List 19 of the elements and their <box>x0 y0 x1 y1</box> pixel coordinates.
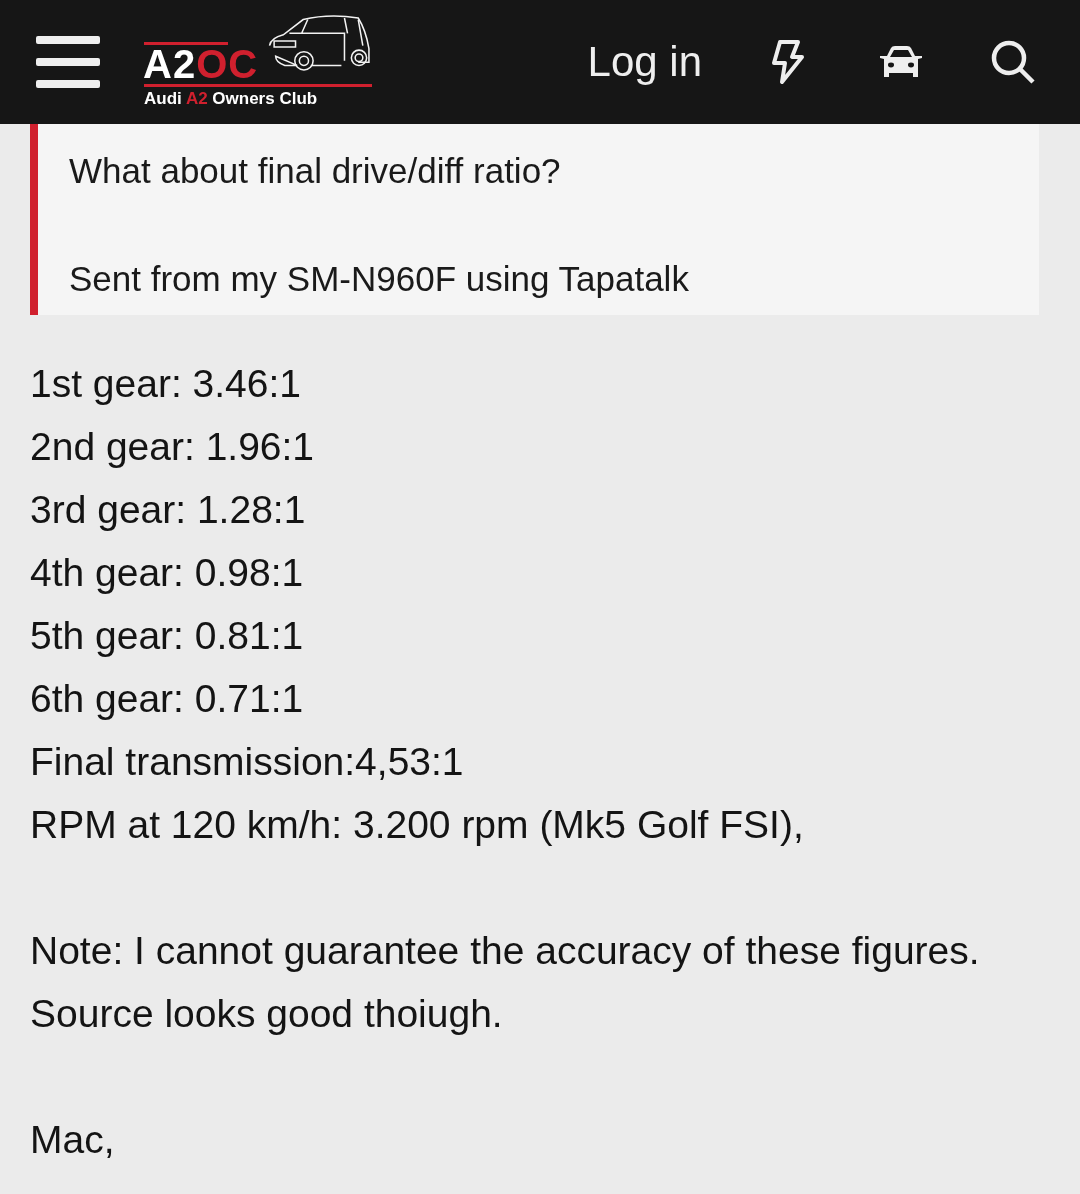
post-text: Mac, <box>30 1117 116 1163</box>
post-text: 3rd gear: 1.28:1 <box>30 487 307 533</box>
menu-icon[interactable] <box>36 36 100 88</box>
car-icon[interactable] <box>878 44 924 80</box>
logo-wordmark: A2OC <box>143 44 259 84</box>
post-text: Final transmission:4,53:1 <box>30 739 465 785</box>
quote-text: Sent from my SM-N960F using Tapatalk <box>69 258 690 300</box>
login-link[interactable]: Log in <box>587 38 702 86</box>
post-text: 1st gear: 3.46:1 <box>30 361 303 407</box>
post-text: RPM at 120 km/h: 3.200 rpm (Mk5 Golf FSI), <box>30 802 805 848</box>
post-text: 4th gear: 0.98:1 <box>30 550 305 596</box>
post-text: Note: I cannot guarantee the accuracy of these figures. Source looks good thoiugh. <box>30 928 980 1037</box>
post-text: 2nd gear: 1.96:1 <box>30 424 316 470</box>
post-text: 5th gear: 0.81:1 <box>30 613 305 659</box>
logo-tagline: Audi A2 Owners Club <box>144 89 318 109</box>
site-logo[interactable]: A2OC Audi A2 Owners Club <box>140 8 372 112</box>
post-text: 6th gear: 0.71:1 <box>30 676 305 722</box>
quote-text: What about final drive/diff ratio? <box>69 150 562 192</box>
search-icon[interactable] <box>990 39 1036 85</box>
